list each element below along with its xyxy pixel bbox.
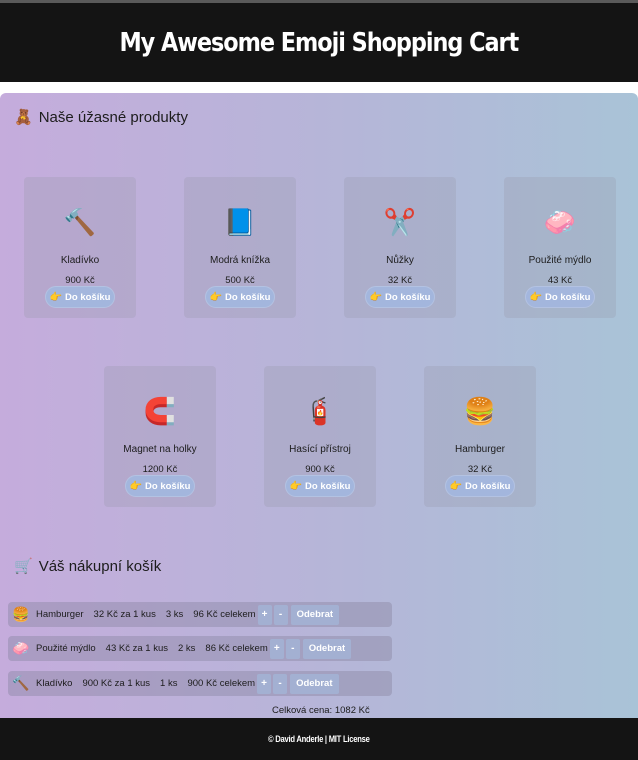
soap-icon: 🧼 xyxy=(12,640,30,656)
add-to-cart-button[interactable]: 👉 Do košíku xyxy=(365,286,435,308)
product-price: 1200 Kč xyxy=(142,464,178,475)
cart-item-total: 86 Kč celekem xyxy=(205,643,268,654)
products-heading: 🧸 Naše úžasné produkty xyxy=(14,108,188,127)
product-price: 32 Kč xyxy=(467,464,493,475)
cart-item-quantity: 1 ks xyxy=(160,678,178,689)
product-name: Kladívko xyxy=(60,255,100,266)
add-to-cart-button[interactable]: 👉 Do košíku xyxy=(125,475,195,497)
page-title: My Awesome Emoji Shopping Cart xyxy=(119,27,520,58)
decrease-quantity-button[interactable]: - xyxy=(273,604,288,625)
product-price: 32 Kč xyxy=(387,275,413,286)
pointing-hand-icon: 👉 xyxy=(449,480,463,492)
cart-item-kladivko: 🔨 Kladívko 900 Kč za 1 kus 1 ks 900 Kč c… xyxy=(8,671,392,696)
cart-total: Celková cena: 1082 Kč xyxy=(272,705,370,716)
product-price: 900 Kč xyxy=(65,275,95,286)
add-to-cart-label: Do košíku xyxy=(65,291,111,303)
remove-item-button[interactable]: Odebrat xyxy=(302,638,352,659)
blue-book-icon: 📘 xyxy=(223,207,257,237)
increase-quantity-button[interactable]: + xyxy=(257,604,272,625)
add-to-cart-button[interactable]: 👉 Do košíku xyxy=(445,475,515,497)
cart-item-total: 900 Kč celekem xyxy=(187,678,256,689)
pointing-hand-icon: 👉 xyxy=(209,291,223,303)
add-to-cart-label: Do košíku xyxy=(225,291,271,303)
product-price: 500 Kč xyxy=(225,275,255,286)
increase-quantity-button[interactable]: + xyxy=(257,673,272,694)
pointing-hand-icon: 👉 xyxy=(529,291,543,303)
add-to-cart-button[interactable]: 👉 Do košíku xyxy=(45,286,115,308)
footer-text: © David Anderle | MIT License xyxy=(268,734,370,744)
add-to-cart-button[interactable]: 👉 Do košíku xyxy=(205,286,275,308)
cart-item-quantity: 3 ks xyxy=(165,609,184,620)
pointing-hand-icon: 👉 xyxy=(369,291,383,303)
cart-item-unit-price: 900 Kč za 1 kus xyxy=(82,678,151,689)
cart-item-name: Hamburger xyxy=(36,609,84,620)
product-name: Modrá knížka xyxy=(209,255,271,266)
add-to-cart-button[interactable]: 👉 Do košíku xyxy=(285,475,355,497)
product-name: Nůžky xyxy=(386,255,414,266)
footer: © David Anderle | MIT License xyxy=(0,718,638,760)
teddy-bear-icon: 🧸 xyxy=(14,109,33,126)
cart-item-name: Kladívko xyxy=(36,678,73,689)
pointing-hand-icon: 👉 xyxy=(289,480,303,492)
pointing-hand-icon: 👉 xyxy=(129,480,143,492)
product-card-kladivko: 🔨 Kladívko 900 Kč 👉 Do košíku xyxy=(24,177,136,318)
scissors-icon: ✂️ xyxy=(383,207,417,237)
product-card-hamburger: 🍔 Hamburger 32 Kč 👉 Do košíku xyxy=(424,366,536,507)
product-card-nuzky: ✂️ Nůžky 32 Kč 👉 Do košíku xyxy=(344,177,456,318)
decrease-quantity-button[interactable]: - xyxy=(273,673,288,694)
cart-heading: 🛒 Váš nákupní košík xyxy=(14,557,162,576)
product-card-modra-knizka: 📘 Modrá knížka 500 Kč 👉 Do košíku xyxy=(184,177,296,318)
product-name: Hamburger xyxy=(454,444,506,455)
add-to-cart-label: Do košíku xyxy=(385,291,431,303)
remove-item-button[interactable]: Odebrat xyxy=(290,604,340,625)
cart-item-quantity: 2 ks xyxy=(177,643,196,654)
decrease-quantity-button[interactable]: - xyxy=(285,638,300,659)
product-name: Hasící přístroj xyxy=(289,444,351,455)
hamburger-icon: 🍔 xyxy=(12,606,30,622)
cart-item-hamburger: 🍔 Hamburger 32 Kč za 1 kus 3 ks 96 Kč ce… xyxy=(8,602,392,627)
product-price: 900 Kč xyxy=(305,464,335,475)
header: My Awesome Emoji Shopping Cart xyxy=(0,3,638,82)
hammer-icon: 🔨 xyxy=(12,675,30,691)
product-name: Použité mýdlo xyxy=(528,255,592,266)
product-name: Magnet na holky xyxy=(123,444,197,455)
products-title: Naše úžasné produkty xyxy=(38,108,188,126)
cart-item-name: Použité mýdlo xyxy=(36,643,96,654)
cart-item-total: 96 Kč celekem xyxy=(193,609,256,620)
cart-title: Váš nákupní košík xyxy=(38,557,162,575)
add-to-cart-label: Do košíku xyxy=(145,480,191,492)
cart-item-unit-price: 43 Kč za 1 kus xyxy=(105,643,168,654)
magnet-icon: 🧲 xyxy=(143,396,177,426)
hammer-icon: 🔨 xyxy=(63,207,97,237)
fire-extinguisher-icon: 🧯 xyxy=(303,396,337,426)
add-to-cart-button[interactable]: 👉 Do košíku xyxy=(525,286,595,308)
pointing-hand-icon: 👉 xyxy=(49,291,63,303)
add-to-cart-label: Do košíku xyxy=(545,291,591,303)
add-to-cart-label: Do košíku xyxy=(305,480,351,492)
product-card-magnet: 🧲 Magnet na holky 1200 Kč 👉 Do košíku xyxy=(104,366,216,507)
product-card-hasici-pristroj: 🧯 Hasící přístroj 900 Kč 👉 Do košíku xyxy=(264,366,376,507)
shopping-cart-icon: 🛒 xyxy=(14,558,33,575)
hamburger-icon: 🍔 xyxy=(463,396,497,426)
increase-quantity-button[interactable]: + xyxy=(269,638,284,659)
cart-item-unit-price: 32 Kč za 1 kus xyxy=(93,609,156,620)
add-to-cart-label: Do košíku xyxy=(465,480,511,492)
product-card-pouzite-mydlo: 🧼 Použité mýdlo 43 Kč 👉 Do košíku xyxy=(504,177,616,318)
soap-icon: 🧼 xyxy=(543,207,577,237)
cart-item-pouzite-mydlo: 🧼 Použité mýdlo 43 Kč za 1 kus 2 ks 86 K… xyxy=(8,636,392,661)
product-price: 43 Kč xyxy=(547,275,573,286)
remove-item-button[interactable]: Odebrat xyxy=(290,673,339,694)
